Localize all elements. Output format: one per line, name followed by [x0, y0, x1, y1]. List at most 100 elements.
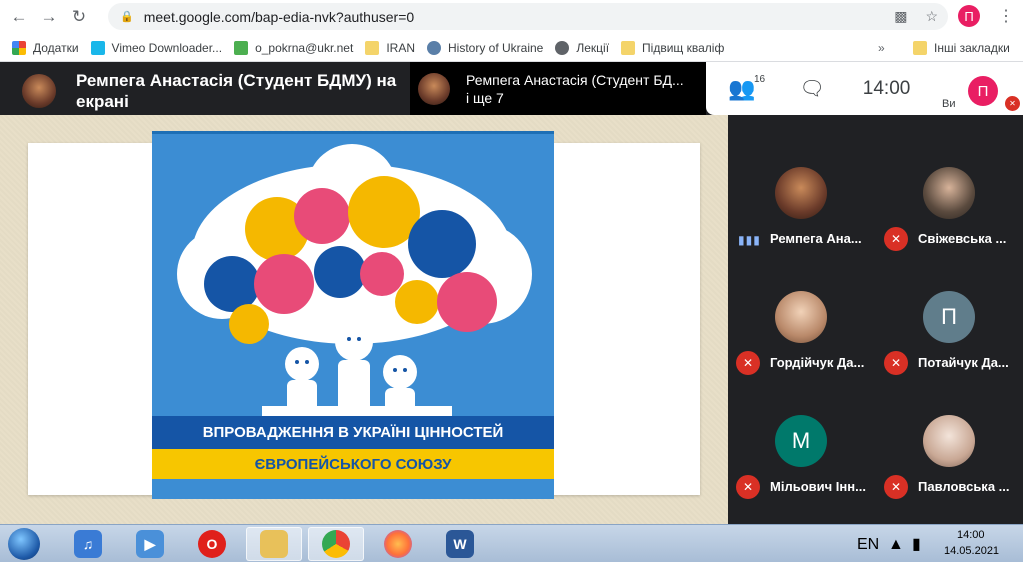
vimeo-icon [90, 40, 105, 55]
participant-name: Мільович Інн... [770, 479, 866, 494]
taskbar-explorer[interactable] [246, 527, 302, 561]
poster-illustration [177, 144, 532, 416]
bookmark-vimeo[interactable]: Vimeo Downloader... [90, 40, 223, 55]
firefox-icon [384, 530, 412, 558]
presenter-info: Ремпега Анастасія (Студент БДМУ) на екра… [22, 70, 416, 112]
bookmark-label: Лекції [576, 40, 610, 55]
raised-hands-icon [408, 210, 476, 278]
participant-avatar [923, 415, 975, 467]
browser-toolbar: ← → ↻ 🔒 meet.google.com/bap-edia-nvk?aut… [0, 0, 1023, 34]
participant-tile[interactable]: М ✕ Мільович Інн... [728, 363, 876, 499]
participant-tile[interactable]: ▮▮▮ Ремпега Ана... [728, 115, 876, 247]
bookmark-label: Додатки [33, 40, 79, 55]
equality-icon [437, 272, 497, 332]
chrome-icon [322, 530, 350, 558]
bookmark-label: Vimeo Downloader... [111, 40, 223, 55]
taskbar-date[interactable]: 14.05.2021 [944, 545, 999, 557]
participant-avatar [923, 167, 975, 219]
battery-icon[interactable]: ▮ [912, 534, 921, 554]
poster-title-line2: ЄВРОПЕЙСЬКОГО СОЮЗУ [254, 455, 452, 473]
participant-tile[interactable]: ✕ Свіжевська ... [876, 115, 1023, 251]
participant-tile[interactable]: П ✕ Потайчук Да... [876, 239, 1023, 375]
back-arrow-icon[interactable]: ← [8, 6, 30, 28]
camera-icon[interactable]: ▩ [894, 8, 907, 25]
bookmark-lectures[interactable]: Лекції [555, 40, 610, 55]
mic-off-icon: ✕ [1005, 96, 1020, 111]
bookmarks-bar: Додатки Vimeo Downloader... o_pokrna@ukr… [0, 34, 1023, 62]
other-bookmarks[interactable]: Інші закладки [913, 40, 1010, 55]
bookmark-apps[interactable]: Додатки [12, 40, 79, 55]
scales-icon [294, 188, 350, 244]
url-text[interactable]: meet.google.com/bap-edia-nvk?authuser=0 [144, 9, 414, 25]
bookmark-history-ukraine[interactable]: History of Ukraine [426, 40, 544, 55]
people-count: 16 [754, 73, 766, 85]
pinned-presenter-label: Ремпега Анастасія (Студент БД... і ще 7 [466, 71, 684, 107]
forward-arrow-icon[interactable]: → [38, 6, 60, 28]
meet-top-bar: Ремпега Анастасія (Студент БДМУ) на екра… [0, 62, 1023, 115]
start-button[interactable] [4, 526, 44, 562]
bookmark-ukrnet[interactable]: o_pokrna@ukr.net [234, 40, 354, 55]
bookmark-iran[interactable]: IRAN [365, 40, 415, 55]
chat-icon[interactable]: 🗨 [799, 76, 824, 101]
word-icon: W [446, 530, 474, 558]
profile-avatar[interactable]: П [958, 5, 980, 27]
participant-tile[interactable]: ✕ Павловська ... [876, 363, 1023, 499]
handshake-icon [360, 252, 404, 296]
bookmark-qualification[interactable]: Підвищ кваліф [621, 40, 725, 55]
pinned-presenter-more: і ще 7 [466, 89, 504, 106]
bookmark-label: History of Ukraine [447, 40, 544, 55]
taskbar-firefox[interactable] [370, 527, 426, 561]
mic-off-icon: ✕ [884, 475, 908, 499]
meet-controls: 👥 16 🗨 14:00 П Ви ✕ [706, 62, 1023, 115]
tray-chevron-up-icon[interactable]: ▲ [888, 536, 904, 554]
apps-grid-icon [12, 40, 26, 55]
self-label: Ви [942, 98, 956, 110]
poster-title-line1: ВПРОВАДЖЕННЯ В УКРАЇНІ ЦІННОСТЕЙ [202, 424, 504, 441]
bookmark-label: IRAN [386, 40, 415, 55]
lock-icon: 🔒 [120, 11, 134, 23]
folder-icon [365, 40, 380, 55]
folder-icon [621, 40, 636, 55]
language-indicator[interactable]: EN [857, 536, 879, 554]
address-bar[interactable]: 🔒 meet.google.com/bap-edia-nvk?authuser=… [108, 3, 948, 30]
pinned-presenter-tile[interactable]: Ремпега Анастасія (Студент БД... і ще 7 [410, 62, 706, 115]
globe-badge-icon [426, 40, 441, 55]
ukrnet-icon [234, 40, 249, 55]
bookmark-star-icon[interactable]: ☆ [925, 8, 938, 25]
speaker-icon: ♫ [74, 530, 102, 558]
presenter-avatar [418, 72, 450, 105]
menu-kebab-icon[interactable]: ⋮ [998, 6, 1014, 26]
presenter-avatar [22, 74, 56, 108]
windows-logo-icon [8, 528, 40, 560]
media-player-icon: ▶ [136, 530, 164, 558]
hand-care-icon [395, 280, 439, 324]
eu-values-poster: ВПРОВАДЖЕННЯ В УКРАЇНІ ЦІННОСТЕЙ ЄВРОПЕЙ… [152, 131, 554, 499]
pinned-presenter-name: Ремпега Анастасія (Студент БД... [466, 71, 684, 88]
taskbar-media-player[interactable]: ▶ [122, 527, 178, 561]
participant-avatar: П [923, 291, 975, 343]
poster-title-band: ВПРОВАДЖЕННЯ В УКРАЇНІ ЦІННОСТЕЙ [152, 416, 554, 449]
heart-hand-icon [229, 304, 269, 344]
folder-icon [260, 530, 288, 558]
presenter-title: Ремпега Анастасія (Студент БДМУ) на екра… [76, 71, 397, 111]
mic-off-icon: ✕ [736, 475, 760, 499]
participant-name: Павловська ... [918, 479, 1010, 494]
taskbar-time[interactable]: 14:00 [957, 529, 985, 541]
reload-icon[interactable]: ↻ [68, 6, 90, 28]
globe-icon [555, 40, 570, 55]
taskbar-word[interactable]: W [432, 527, 488, 561]
bookmark-label: Підвищ кваліф [642, 40, 725, 55]
taskbar-opera[interactable]: O [184, 527, 240, 561]
participant-tile[interactable]: ✕ Гордійчук Да... [728, 239, 876, 375]
meeting-clock: 14:00 [862, 77, 911, 99]
other-bookmarks-label: Інші закладки [934, 40, 1010, 55]
windows-taskbar: ♫ ▶ O W EN ▲ ▮ 14:00 14.05.2021 [0, 524, 1023, 562]
participant-avatar [775, 167, 827, 219]
opera-icon: O [198, 530, 226, 558]
bookmarks-overflow-button[interactable]: » [878, 41, 885, 55]
self-avatar: П [968, 76, 998, 106]
taskbar-chrome[interactable] [308, 527, 364, 561]
bookmark-label: o_pokrna@ukr.net [255, 40, 354, 55]
people-icon[interactable]: 👥 16 [728, 74, 765, 102]
taskbar-speaker-app[interactable]: ♫ [60, 527, 116, 561]
